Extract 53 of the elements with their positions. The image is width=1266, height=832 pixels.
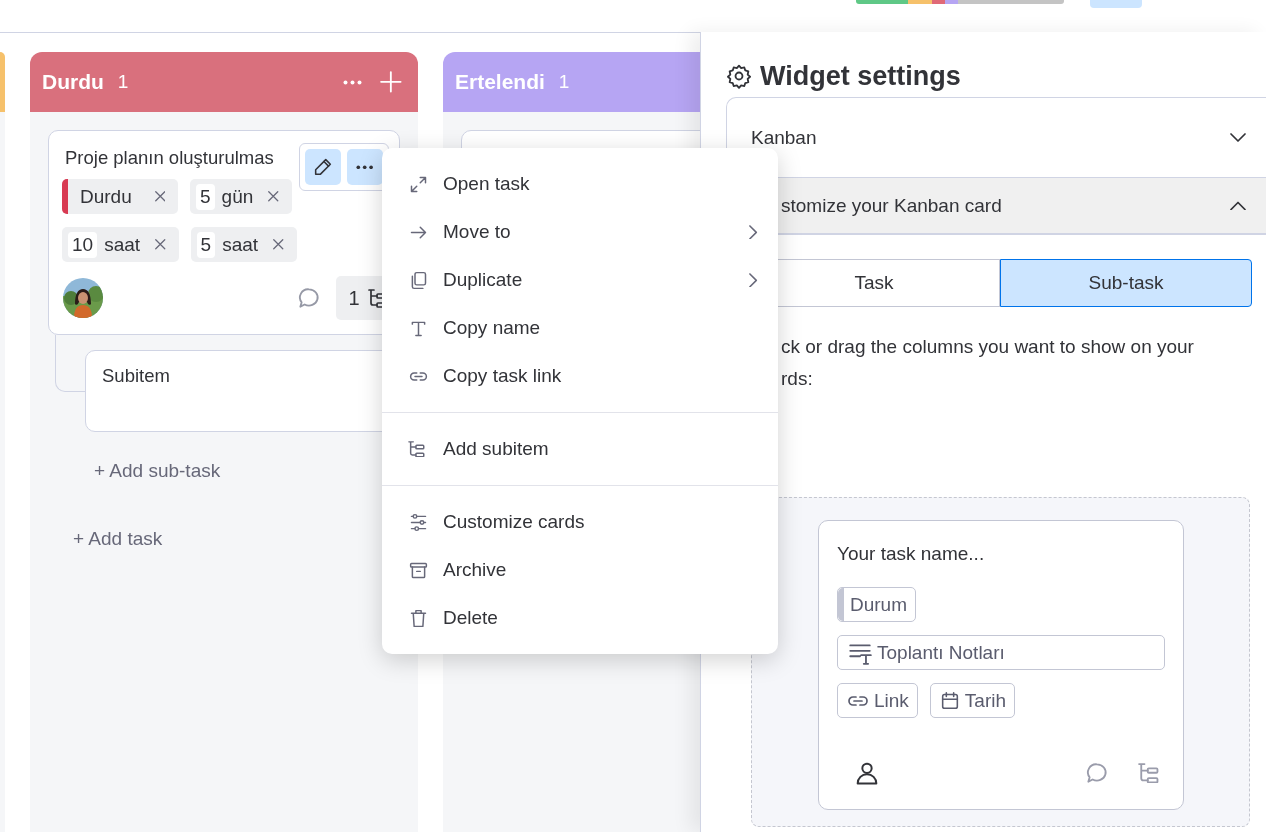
number-tag[interactable]: 10 saat [62, 227, 179, 262]
text-field-chip[interactable]: Toplantı Notları [837, 635, 1165, 670]
tag-unit: saat [222, 233, 259, 256]
menu-item[interactable]: Customize cards [382, 498, 778, 546]
edit-button[interactable] [305, 149, 341, 185]
column-count: 1 [117, 71, 129, 93]
field-label: Link [874, 689, 909, 712]
tag-label: Durdu [80, 185, 132, 208]
subitem-icon [408, 440, 426, 458]
field-label: Toplantı Notları [877, 641, 1005, 664]
status-field-chip[interactable]: Durum [837, 587, 916, 622]
task-card[interactable]: Proje planın oluşturulmas Durdu 5 gün 10 saat 5 saat 1 [48, 130, 400, 335]
instruction-text: ck or drag the columns you want to show on your rds: [780, 335, 1195, 391]
column-title: Ertelendi [455, 70, 545, 94]
segment-tab[interactable]: Sub-task [1000, 259, 1252, 307]
date-field-chip[interactable]: Tarih [929, 683, 1016, 718]
subitem-count: 1 [348, 286, 360, 310]
sliders-icon [408, 511, 429, 533]
pencil-icon [312, 156, 334, 178]
column-count: 1 [558, 71, 570, 93]
more-icon [356, 164, 374, 170]
remove-icon [154, 191, 165, 202]
settings-icon [726, 63, 752, 89]
trash-icon [408, 607, 429, 629]
menu-item[interactable]: Archive [382, 546, 778, 594]
section-title: Kanban [751, 126, 817, 149]
section-title: stomize your Kanban card [780, 194, 1002, 217]
tag-unit: saat [104, 233, 141, 256]
remove-icon [268, 191, 279, 202]
tag-value: 5 [196, 183, 215, 210]
subitem-title: Subitem [102, 365, 170, 386]
tag-value: 10 [68, 231, 98, 258]
card-title: Proje planın oluşturulmas [65, 146, 274, 170]
field-label: Durum [850, 593, 907, 616]
more-button[interactable] [347, 149, 383, 185]
add-subtask-link[interactable]: + Add sub-task [94, 460, 221, 481]
add-icon [380, 71, 402, 93]
tag-unit: gün [221, 185, 254, 208]
link-field-chip[interactable]: Link [837, 683, 918, 718]
sample-task-name: Your task name... [837, 543, 986, 565]
tag-value: 5 [196, 231, 216, 258]
number-tag[interactable]: 5 saat [190, 227, 297, 262]
subitem-icon [1137, 762, 1159, 784]
add-task-link[interactable]: + Add task [73, 528, 163, 549]
number-tag[interactable]: 5 gün [190, 179, 292, 214]
field-label: Tarih [964, 689, 1007, 712]
remove-icon [273, 239, 284, 250]
panel-title: Widget settings [760, 60, 961, 92]
column-title: Durdu [42, 70, 104, 94]
remove-icon [155, 239, 166, 250]
status-tag[interactable]: Durdu [62, 179, 178, 214]
more-icon [343, 79, 363, 85]
menu-item[interactable]: Delete [382, 594, 778, 642]
